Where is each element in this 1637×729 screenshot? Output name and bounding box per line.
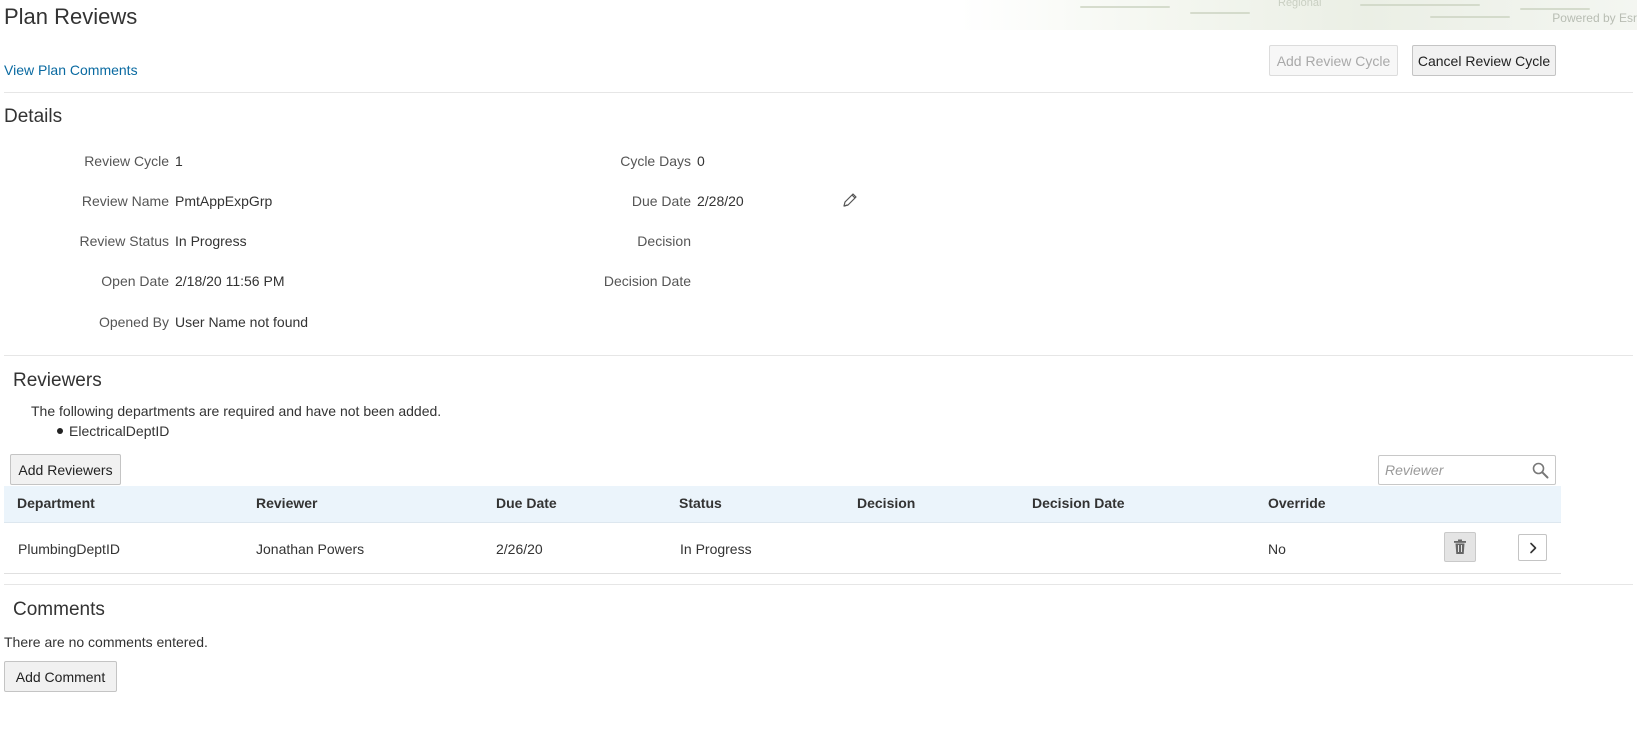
open-reviewer-detail-button[interactable] — [1518, 534, 1547, 561]
add-comment-button[interactable]: Add Comment — [4, 661, 117, 692]
comments-title: Comments — [13, 599, 105, 620]
row-reviewer: Jonathan Powers — [256, 541, 365, 557]
column-header-status[interactable]: Status — [679, 495, 722, 511]
page-title: Plan Reviews — [4, 4, 138, 29]
row-department: PlumbingDeptID — [18, 541, 120, 557]
opened-by-value: User Name not found — [175, 314, 309, 330]
details-title: Details — [4, 106, 63, 127]
review-status-label: Review Status — [79, 233, 169, 249]
reviewer-search-box — [1378, 455, 1556, 485]
review-cycle-label: Review Cycle — [84, 153, 169, 169]
reviewer-search-input[interactable] — [1379, 456, 1527, 484]
row-status: In Progress — [680, 541, 752, 557]
pencil-icon[interactable] — [842, 192, 858, 208]
row-override: No — [1268, 541, 1286, 557]
column-header-due-date[interactable]: Due Date — [496, 495, 557, 511]
divider — [4, 92, 1633, 93]
map-streak — [1430, 16, 1510, 18]
due-date-value: 2/28/20 — [697, 193, 744, 209]
map-streak — [1360, 4, 1480, 6]
cycle-days-value: 0 — [697, 153, 705, 169]
review-cycle-value: 1 — [175, 153, 183, 169]
view-plan-comments-link[interactable]: View Plan Comments — [4, 62, 138, 78]
reviewers-title: Reviewers — [13, 370, 102, 391]
map-attribution: Powered by Esr — [1552, 11, 1637, 25]
map-streak — [1190, 12, 1250, 14]
no-comments-text: There are no comments entered. — [4, 634, 208, 650]
map-region-label: Regional — [1278, 0, 1322, 9]
decision-date-label: Decision Date — [603, 273, 691, 289]
map-banner: Regional Powered by Esr — [960, 0, 1637, 30]
bullet-icon — [57, 428, 63, 434]
table-row[interactable]: PlumbingDeptID Jonathan Powers 2/26/20 I… — [4, 524, 1561, 574]
chevron-right-icon — [1529, 542, 1536, 553]
review-status-value: In Progress — [175, 233, 247, 249]
due-date-label: Due Date — [631, 193, 691, 209]
row-due-date: 2/26/20 — [496, 541, 543, 557]
column-header-decision-date[interactable]: Decision Date — [1032, 495, 1125, 511]
required-departments-notice: The following departments are required a… — [31, 403, 442, 419]
cancel-review-cycle-button[interactable]: Cancel Review Cycle — [1412, 45, 1556, 76]
reviewers-table-header: Department Reviewer Due Date Status Deci… — [4, 486, 1561, 523]
decision-label: Decision — [637, 233, 691, 249]
trash-icon — [1454, 539, 1466, 554]
open-date-value: 2/18/20 11:56 PM — [175, 273, 285, 289]
column-header-decision[interactable]: Decision — [857, 495, 915, 511]
delete-reviewer-button[interactable] — [1444, 532, 1476, 562]
divider — [4, 584, 1633, 585]
divider — [4, 355, 1633, 356]
map-streak — [1080, 6, 1170, 8]
opened-by-label: Opened By — [98, 314, 169, 330]
column-header-reviewer[interactable]: Reviewer — [256, 495, 317, 511]
column-header-department[interactable]: Department — [17, 495, 95, 511]
review-name-label: Review Name — [81, 193, 169, 209]
add-reviewers-button[interactable]: Add Reviewers — [10, 454, 121, 485]
search-icon[interactable] — [1532, 462, 1549, 479]
review-name-value: PmtAppExpGrp — [175, 193, 273, 209]
add-review-cycle-button[interactable]: Add Review Cycle — [1269, 45, 1398, 76]
cycle-days-label: Cycle Days — [620, 153, 691, 169]
missing-department-name: ElectricalDeptID — [69, 423, 170, 439]
missing-department-item: ElectricalDeptID — [57, 423, 169, 439]
map-streak — [1520, 8, 1590, 10]
column-header-override[interactable]: Override — [1268, 495, 1326, 511]
open-date-label: Open Date — [101, 273, 169, 289]
